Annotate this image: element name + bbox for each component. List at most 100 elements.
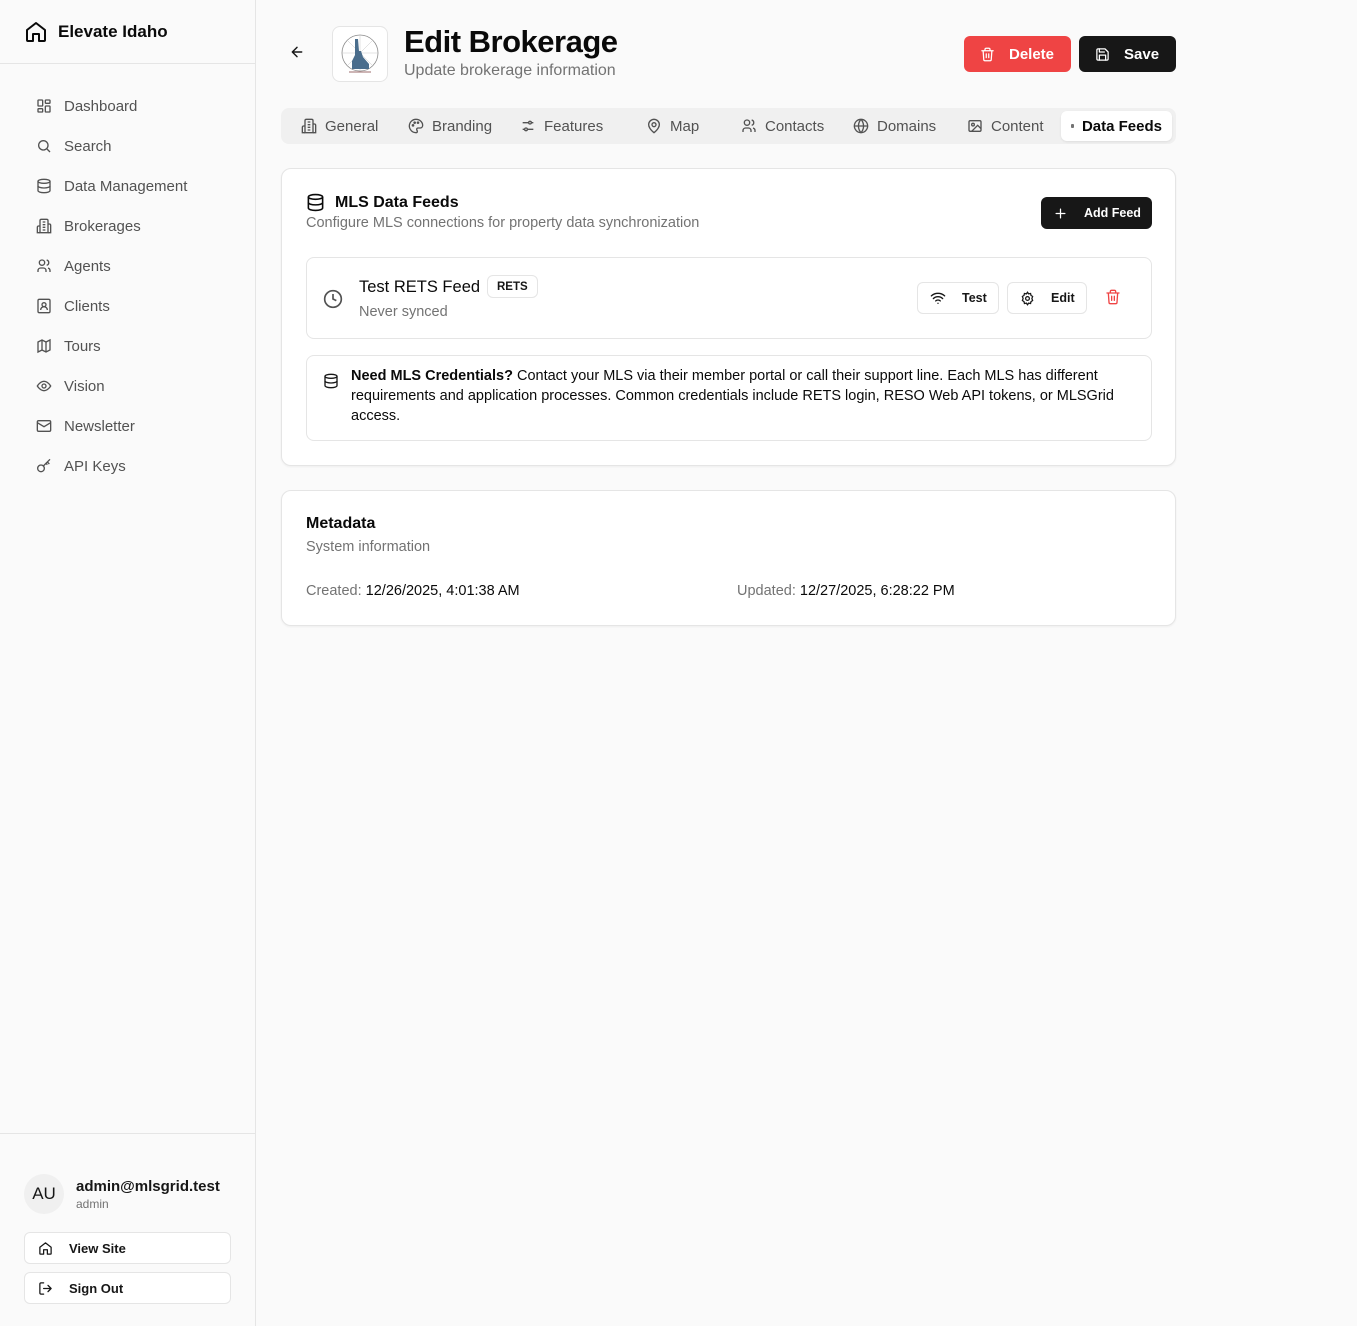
users-icon [742,119,756,132]
key-icon [37,458,51,473]
add-feed-button[interactable]: Add Feed [1041,197,1152,229]
sign-out-label: Sign Out [69,1280,124,1296]
save-label: Save [1124,45,1160,63]
wifi-icon [930,292,946,304]
sidebar-item-label: Data Management [64,177,188,195]
brand[interactable]: Elevate Idaho [0,0,255,64]
building-icon [301,118,317,134]
tab-label: Data Feeds [1081,117,1162,135]
created-value: 12/26/2025, 4:01:38 AM [365,583,520,599]
sidebar-item-agents[interactable]: Agents [24,246,239,286]
sidebar-item-brokerages[interactable]: Brokerages [24,206,239,246]
sidebar-item-dashboard[interactable]: Dashboard [24,86,239,126]
tab-label: General [325,117,379,135]
sidebar-item-tours[interactable]: Tours [24,326,239,366]
sidebar-item-vision[interactable]: Vision [24,366,239,406]
palette-icon [408,118,424,134]
back-button[interactable] [289,44,309,64]
delete-label: Delete [1009,45,1055,63]
metadata-card: Metadata System information Created: 12/… [281,490,1176,626]
eye-icon [36,380,52,392]
database-icon [37,178,51,194]
save-icon [1096,47,1109,61]
tab-contacts[interactable]: Contacts [731,111,834,141]
test-label: Test [962,291,987,305]
map-icon [37,338,51,354]
building-icon [36,218,52,234]
updated-value: 12/27/2025, 6:28:22 PM [799,583,955,599]
sidebar-item-api-keys[interactable]: API Keys [24,446,239,486]
users-icon [37,259,51,272]
brokerage-logo-image [341,34,379,73]
created-label: Created: [306,583,362,599]
avatar: AU [24,1174,64,1214]
sidebar-item-label: Tours [64,337,101,355]
feed-sync-status: Never synced [359,304,448,320]
updated-label: Updated: [737,583,796,599]
view-site-label: View Site [69,1240,126,1256]
trash-icon [981,47,994,61]
mail-icon [36,420,52,432]
sidebar-item-label: Clients [64,297,110,315]
sidebar-nav: Dashboard Search Data Management Brokera… [0,64,255,486]
arrow-left-icon [291,46,303,58]
mls-data-feeds-card: MLS Data Feeds Configure MLS connections… [281,168,1176,466]
tab-data-feeds[interactable]: Data Feeds [1061,111,1172,141]
globe-icon [853,118,869,134]
tab-map[interactable]: Map [636,111,709,141]
sidebar-item-data-management[interactable]: Data Management [24,166,239,206]
card-description: System information [306,539,431,555]
card-description: Configure MLS connections for property d… [306,215,700,231]
mls-credentials-info: Need MLS Credentials? Contact your MLS v… [306,355,1152,441]
sidebar-item-label: Vision [64,377,105,395]
sliders-icon [522,120,534,132]
home-icon [39,1241,52,1255]
tab-label: Contacts [765,117,825,135]
dot-icon [1071,124,1074,128]
add-feed-label: Add Feed [1084,206,1141,220]
contact-icon [37,298,51,314]
delete-feed-button[interactable] [1105,289,1121,305]
tab-branding[interactable]: Branding [398,111,502,141]
tab-general[interactable]: General [291,111,388,141]
tab-bar: General Branding Features Map Contacts D… [281,108,1176,144]
sidebar-item-label: Newsletter [64,417,135,435]
info-heading: Need MLS Credentials? [351,368,513,384]
created-field: Created: 12/26/2025, 4:01:38 AM [306,583,520,599]
info-text: Need MLS Credentials? Contact your MLS v… [351,366,1141,426]
sidebar-item-clients[interactable]: Clients [24,286,239,326]
sidebar-item-label: Agents [64,257,111,275]
test-feed-button[interactable]: Test [917,282,999,314]
page-title: Edit Brokerage [404,24,618,59]
sign-out-button[interactable]: Sign Out [24,1272,231,1304]
view-site-button[interactable]: View Site [24,1232,231,1264]
brokerage-logo [332,26,388,82]
sidebar-item-label: Search [64,137,112,155]
sidebar-footer: AU admin@mlsgrid.test admin View Site Si… [0,1133,255,1326]
sidebar-item-label: Dashboard [64,97,138,115]
page-subtitle: Update brokerage information [404,62,616,79]
image-icon [968,120,982,132]
sidebar-item-search[interactable]: Search [24,126,239,166]
feed-row: Test RETS Feed RETS Never synced Test Ed… [306,257,1152,339]
edit-label: Edit [1051,291,1075,305]
tab-label: Features [544,117,604,135]
tab-domains[interactable]: Domains [843,111,946,141]
main-content: Edit Brokerage Update brokerage informat… [281,0,1176,626]
card-title: MLS Data Feeds [335,193,459,211]
tab-features[interactable]: Features [510,111,613,141]
log-out-icon [39,1281,52,1295]
tab-content[interactable]: Content [957,111,1054,141]
save-button[interactable]: Save [1079,36,1176,72]
delete-button[interactable]: Delete [964,36,1071,72]
database-icon [307,193,324,212]
sidebar-item-newsletter[interactable]: Newsletter [24,406,239,446]
database-icon [324,373,338,389]
tab-label: Domains [877,117,937,135]
gear-icon [1021,290,1034,306]
feed-name: Test RETS Feed [359,278,481,296]
page-header: Edit Brokerage Update brokerage informat… [281,0,1176,105]
edit-feed-button[interactable]: Edit [1007,282,1087,314]
user-role: admin [76,1196,109,1211]
home-icon [26,21,46,42]
